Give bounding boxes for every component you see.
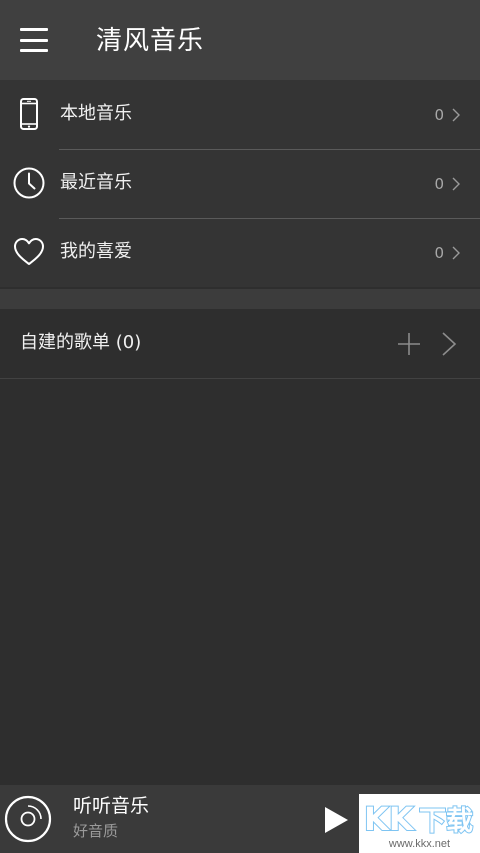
- app-screen: 清风音乐 本地音乐 0 最近音乐 0 我的喜爱 0 自建的歌单 (0) 听听音乐…: [0, 0, 480, 853]
- nav-count: 0: [434, 106, 444, 124]
- heart-icon: [14, 238, 44, 265]
- library-nav: 本地音乐 0 最近音乐 0 我的喜爱 0: [0, 80, 480, 287]
- menu-line: [20, 49, 48, 52]
- menu-line: [20, 38, 48, 42]
- app-header: 清风音乐: [0, 0, 480, 80]
- nav-label: 最近音乐: [60, 172, 132, 193]
- hamburger-menu-icon[interactable]: [18, 24, 52, 56]
- nav-item-local-music[interactable]: 本地音乐 0: [0, 80, 480, 149]
- custom-playlists-title: 自建的歌单 (0): [20, 332, 142, 353]
- track-title: 听听音乐: [73, 795, 150, 817]
- nav-count: 0: [434, 175, 444, 193]
- plus-icon[interactable]: [396, 331, 422, 357]
- playlist-list-empty: [0, 379, 480, 784]
- nav-label: 我的喜爱: [60, 241, 132, 262]
- chevron-right-icon: [452, 108, 460, 122]
- chevron-right-icon: [452, 177, 460, 191]
- nav-count: 0: [434, 244, 444, 262]
- watermark-url: www.kkx.net: [388, 838, 451, 850]
- kk-download-logo: KK 下载: [363, 799, 474, 838]
- section-divider: [0, 289, 480, 309]
- track-subtitle: 好音质: [73, 822, 119, 840]
- nav-item-recent-music[interactable]: 最近音乐 0: [0, 149, 480, 218]
- chevron-right-icon[interactable]: [440, 331, 458, 357]
- svg-text:下载: 下载: [419, 806, 473, 837]
- app-title: 清风音乐: [96, 26, 205, 56]
- menu-line: [20, 28, 48, 31]
- nav-item-favorites[interactable]: 我的喜爱 0: [0, 218, 480, 287]
- nav-label: 本地音乐: [60, 103, 132, 124]
- clock-icon: [13, 167, 45, 199]
- custom-playlists-header[interactable]: 自建的歌单 (0): [0, 309, 480, 379]
- watermark: KK 下载 www.kkx.net: [359, 794, 480, 853]
- disc-icon: [4, 795, 52, 843]
- play-icon[interactable]: [322, 805, 350, 835]
- chevron-right-icon: [452, 246, 460, 260]
- phone-icon: [20, 98, 38, 130]
- svg-text:KK: KK: [364, 800, 415, 838]
